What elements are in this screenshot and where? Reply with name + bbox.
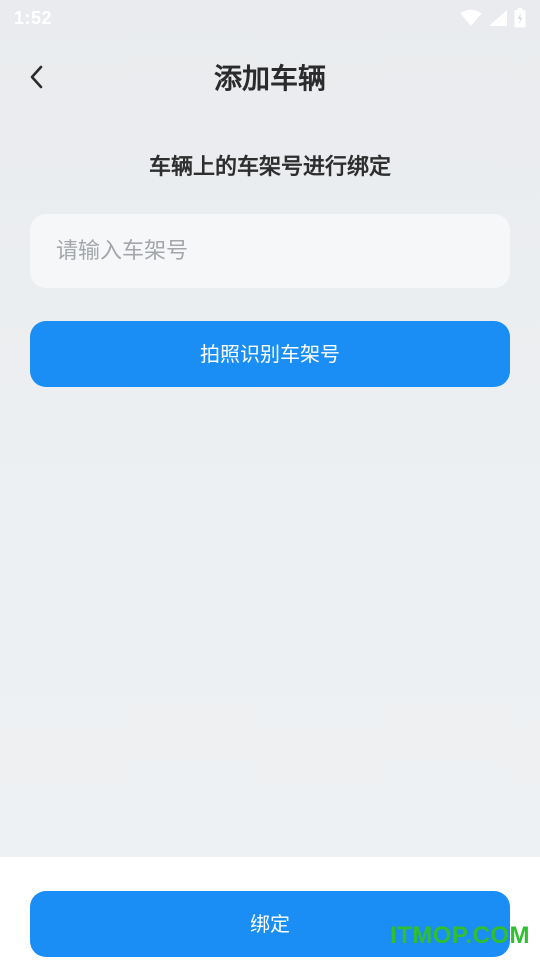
vin-hint-text: 车辆上的车架号进行绑定 [148,155,391,180]
status-bar: 1:52 [0,0,540,36]
watermark-text: ITMOP.COM [389,922,530,949]
battery-icon [514,8,526,28]
wifi-icon [460,9,482,27]
photo-recognize-button[interactable]: 拍照识别车架号 [30,321,510,387]
vin-input[interactable] [30,214,510,288]
page-title: 添加车辆 [213,62,326,95]
status-time: 1:52 [14,7,53,28]
nav-bar: 添加车辆 [0,46,540,112]
status-icons [460,8,526,28]
back-button[interactable] [18,60,56,98]
chevron-left-icon [29,64,45,94]
signal-icon [488,9,508,27]
